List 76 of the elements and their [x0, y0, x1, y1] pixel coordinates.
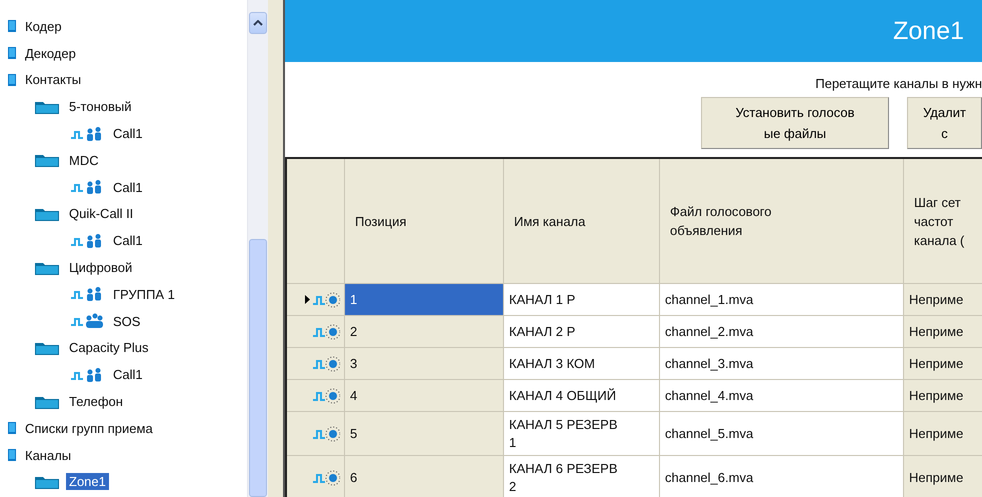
column-header[interactable]: Файл голосового объявления — [660, 159, 904, 284]
book-icon — [8, 422, 16, 434]
table-cell: 2 — [345, 316, 504, 348]
table-cell: Неприме — [904, 348, 982, 380]
table-cell: Неприме — [904, 412, 982, 456]
instruction-text: Перетащите каналы в нужн — [815, 76, 982, 91]
table-cell: КАНАЛ 1 Р — [504, 284, 660, 316]
tree-item[interactable]: Кодер — [22, 18, 65, 35]
tree-item[interactable]: Контакты — [22, 71, 84, 88]
row-header[interactable] — [287, 316, 345, 348]
table-cell: 5 — [345, 412, 504, 456]
scroll-thumb[interactable] — [249, 239, 267, 497]
people-icon — [70, 179, 104, 196]
tree-item[interactable]: 5-тоновый — [66, 98, 135, 116]
panel-title: Zone1 — [893, 16, 964, 46]
table-cell: Неприме — [904, 456, 982, 497]
tree-item[interactable]: Quik-Call II — [66, 205, 136, 222]
tree-item[interactable]: Списки групп приема — [22, 420, 156, 437]
row-header[interactable] — [287, 284, 345, 316]
tree-item[interactable]: Каналы — [22, 446, 74, 464]
people-icon — [70, 126, 104, 142]
tree-item[interactable]: Call1 — [110, 125, 146, 142]
tree-item[interactable]: Zone1 — [66, 473, 109, 490]
tree-item[interactable]: Call1 — [110, 232, 146, 250]
table-cell: 4 — [345, 380, 504, 412]
channel-icon — [312, 324, 340, 340]
tree-item[interactable]: Телефон — [66, 393, 126, 410]
table-cell: КАНАЛ 4 ОБЩИЙ — [504, 380, 660, 412]
scroll-up-button[interactable] — [249, 12, 267, 34]
splitter[interactable] — [268, 0, 285, 497]
table-cell: 6 — [345, 456, 504, 497]
book-icon — [8, 449, 16, 462]
tree-item[interactable]: Capacity Plus — [66, 339, 152, 356]
action-button[interactable]: Установить голосов ые файлы — [701, 97, 889, 149]
table-cell: Неприме — [904, 380, 982, 412]
folder-icon — [34, 152, 60, 168]
tree-item[interactable]: Декодер — [22, 44, 79, 62]
tree-item[interactable]: MDC — [66, 152, 102, 169]
tree-item[interactable]: ГРУППА 1 — [110, 286, 178, 303]
book-icon — [8, 74, 16, 86]
book-icon — [8, 47, 16, 60]
row-header[interactable] — [287, 456, 345, 497]
table-cell: channel_5.mva — [660, 412, 904, 456]
table-cell: channel_2.mva — [660, 316, 904, 348]
channel-icon — [312, 292, 340, 308]
row-header[interactable] — [287, 348, 345, 380]
table-cell: channel_3.mva — [660, 348, 904, 380]
column-header[interactable]: Шаг сет частот канала ( — [904, 159, 982, 284]
people-icon — [70, 286, 104, 302]
table-cell: Неприме — [904, 284, 982, 316]
tree-item[interactable]: SOS — [110, 312, 144, 330]
channel-icon — [312, 470, 340, 486]
tree-item[interactable]: Цифровой — [66, 259, 136, 276]
table-cell: Неприме — [904, 316, 982, 348]
channel-icon — [312, 388, 340, 404]
table-cell: КАНАЛ 3 КОМ — [504, 348, 660, 380]
action-button[interactable]: Удалит с — [907, 97, 982, 149]
table-cell: channel_1.mva — [660, 284, 904, 316]
table-cell: channel_4.mva — [660, 380, 904, 412]
caret-icon — [253, 20, 263, 26]
book-icon — [8, 20, 16, 32]
table-cell: КАНАЛ 5 РЕЗЕРВ 1 — [504, 412, 660, 456]
people-icon — [70, 232, 104, 249]
column-header[interactable]: Имя канала — [504, 159, 660, 284]
people-icon — [70, 366, 104, 383]
table-cell: 1 — [345, 284, 504, 316]
channel-icon — [312, 426, 340, 442]
table-cell: 3 — [345, 348, 504, 380]
row-header[interactable] — [287, 412, 345, 456]
tree-item[interactable]: Call1 — [110, 178, 146, 196]
group-icon — [70, 313, 104, 330]
table-cell: КАНАЛ 2 Р — [504, 316, 660, 348]
column-header[interactable]: Позиция — [345, 159, 504, 284]
row-header[interactable] — [287, 380, 345, 412]
channel-icon — [312, 356, 340, 372]
tree-item[interactable]: Call1 — [110, 366, 146, 384]
